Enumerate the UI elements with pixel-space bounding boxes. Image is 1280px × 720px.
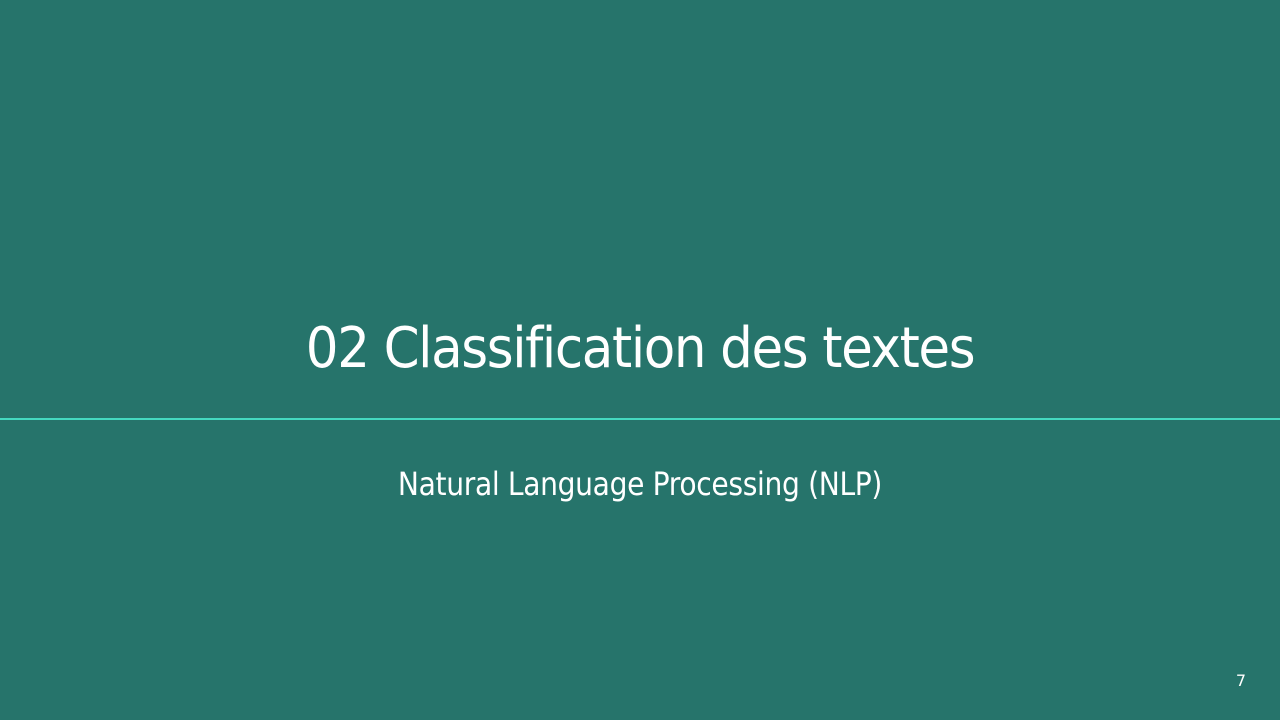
title-divider xyxy=(0,418,1280,420)
page-number: 7 xyxy=(1235,671,1246,690)
slide-title: 02 Classification des textes xyxy=(305,316,976,381)
slide: 02 Classification des textes Natural Lan… xyxy=(0,0,1280,720)
slide-subtitle: Natural Language Processing (NLP) xyxy=(397,465,883,503)
